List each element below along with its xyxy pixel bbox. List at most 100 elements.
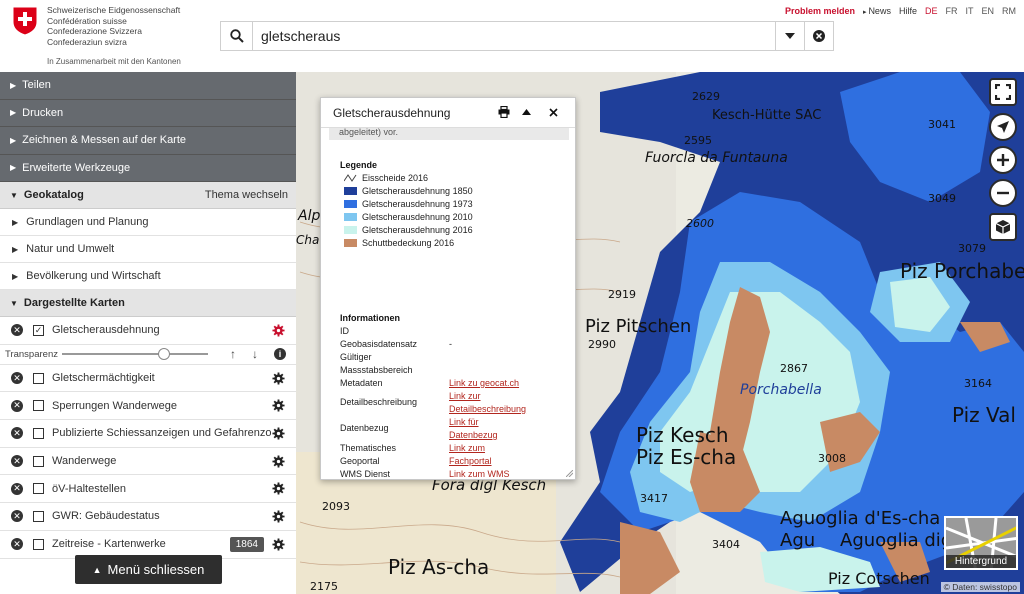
layer-label[interactable]: GWR: Gebäudestatus: [52, 510, 160, 522]
search-button[interactable]: [221, 22, 253, 50]
layer-label[interactable]: Zeitreise - Kartenwerke: [52, 538, 166, 550]
layer-checkbox[interactable]: [33, 372, 44, 384]
popup-body[interactable]: abgeleitet) vor. Legende Eisscheide 2016…: [329, 128, 569, 478]
info-value-line2[interactable]: Detailbeschreibung: [449, 404, 526, 414]
remove-layer-button[interactable]: ✕: [11, 427, 23, 440]
catalog-item-population-economy[interactable]: ▶ Bevölkerung und Wirtschaft: [0, 263, 296, 290]
help-link[interactable]: Hilfe: [899, 6, 917, 16]
lang-fr[interactable]: FR: [945, 6, 957, 16]
section-print[interactable]: ▶ Drucken: [0, 99, 296, 127]
layer-checkbox[interactable]: [33, 455, 44, 467]
map-label: Piz Kesch: [636, 423, 729, 447]
collapse-popup-button[interactable]: [519, 105, 533, 119]
layer-checkbox[interactable]: [33, 427, 44, 439]
remove-layer-button[interactable]: ✕: [11, 399, 23, 412]
layer-label[interactable]: Wanderwege: [52, 455, 116, 467]
3d-view-button[interactable]: [989, 213, 1017, 241]
layer-checkbox[interactable]: [33, 510, 44, 522]
section-draw-measure[interactable]: ▶ Zeichnen & Messen auf der Karte: [0, 127, 296, 155]
change-theme-link[interactable]: Thema wechseln: [205, 189, 288, 201]
caret-down-icon: ▼: [10, 190, 18, 200]
print-button[interactable]: [497, 105, 511, 119]
gear-icon[interactable]: [272, 455, 285, 468]
lang-it[interactable]: IT: [965, 6, 973, 16]
info-value[interactable]: Fachportal: [449, 456, 492, 466]
slider-handle[interactable]: [158, 348, 170, 361]
sidebar-menu: ▶ Teilen ▶ Drucken ▶ Zeichnen & Messen auf …: [0, 72, 296, 594]
layer-label[interactable]: Gletscherausdehnung: [52, 324, 160, 336]
layer-checkbox[interactable]: ✓: [33, 324, 44, 336]
move-layer-down-button[interactable]: ↓: [252, 347, 258, 361]
remove-layer-button[interactable]: ✕: [11, 372, 23, 385]
legend-label: Gletscherausdehnung 2010: [362, 212, 473, 222]
remove-layer-button[interactable]: ✕: [11, 482, 23, 495]
layer-checkbox[interactable]: [33, 538, 44, 550]
section-share[interactable]: ▶ Teilen: [0, 72, 296, 100]
gear-icon[interactable]: [272, 482, 285, 495]
year-badge[interactable]: 1864: [229, 536, 264, 552]
layer-label[interactable]: Sperrungen Wanderwege: [52, 400, 177, 412]
info-value[interactable]: Link zu geocat.ch: [449, 378, 519, 388]
section-label: Teilen: [22, 79, 51, 92]
layer-checkbox[interactable]: [33, 400, 44, 412]
geolocation-button[interactable]: [989, 113, 1017, 141]
search-input[interactable]: gletscheraus: [261, 28, 340, 44]
lang-rm[interactable]: RM: [1002, 6, 1016, 16]
lang-de[interactable]: DE: [925, 6, 938, 16]
problem-report-link[interactable]: Problem melden: [785, 6, 855, 16]
location-arrow-icon: [997, 121, 1009, 133]
gear-icon[interactable]: [272, 538, 285, 551]
section-geocatalog[interactable]: ▼ Geokatalog Thema wechseln: [0, 182, 296, 209]
info-value-line2[interactable]: Datenbezug: [449, 430, 498, 440]
close-menu-button[interactable]: ▲ Menü schliessen: [75, 555, 222, 584]
map-label: 3049: [928, 192, 956, 205]
resize-handle-icon[interactable]: [566, 470, 573, 477]
confederation-name: Schweizerische Eidgenossenschaft Confédé…: [47, 5, 180, 47]
layer-row: ✕ Sperrungen Wanderwege: [0, 392, 296, 421]
legend-swatch: [344, 187, 357, 195]
transparency-slider[interactable]: [62, 348, 208, 361]
info-key: Geobasisdatensatz: [340, 339, 418, 349]
caret-up-icon: [521, 109, 531, 115]
background-switch[interactable]: Hintergrund: [944, 516, 1018, 570]
map-label: Piz Cotschen: [828, 569, 930, 588]
close-popup-button[interactable]: [546, 105, 560, 119]
legend-item: Schuttbedeckung 2016: [344, 238, 454, 248]
gear-icon[interactable]: [272, 510, 285, 523]
lang-en[interactable]: EN: [981, 6, 994, 16]
search-clear-button[interactable]: [804, 22, 833, 50]
info-key: ID: [340, 326, 349, 336]
remove-layer-button[interactable]: ✕: [11, 324, 23, 337]
catalog-item-basics-planning[interactable]: ▶ Grundlagen und Planung: [0, 209, 296, 236]
layer-label[interactable]: Gletschermächtigkeit: [52, 372, 155, 384]
gear-icon[interactable]: [272, 324, 285, 337]
close-icon: [548, 107, 558, 117]
map-label: 2990: [588, 338, 616, 351]
remove-layer-button[interactable]: ✕: [11, 455, 23, 468]
legend-item: Gletscherausdehnung 2016: [344, 225, 473, 235]
section-displayed-maps[interactable]: ▼ Dargestellte Karten: [0, 290, 296, 317]
info-value[interactable]: Link zum WMS: [449, 469, 510, 478]
layer-label[interactable]: Publizierte Schiessanzeigen und Gefahren…: [52, 427, 272, 439]
zoom-out-button[interactable]: [989, 179, 1017, 207]
info-value[interactable]: Link zum: [449, 443, 485, 453]
news-label: News: [868, 6, 891, 16]
remove-layer-button[interactable]: ✕: [11, 510, 23, 523]
layer-label[interactable]: öV-Haltestellen: [52, 483, 126, 495]
news-link[interactable]: ▸ News: [863, 6, 891, 16]
info-value[interactable]: Link zur: [449, 391, 481, 401]
gear-icon[interactable]: [272, 371, 285, 385]
caret-right-icon: ▶: [10, 135, 17, 145]
search-dropdown-button[interactable]: [775, 22, 804, 50]
layer-info-button[interactable]: i: [274, 348, 286, 361]
catalog-item-nature-environment[interactable]: ▶ Natur und Umwelt: [0, 236, 296, 263]
move-layer-up-button[interactable]: ↑: [230, 347, 236, 361]
remove-layer-button[interactable]: ✕: [11, 538, 23, 551]
gear-icon[interactable]: [272, 399, 285, 412]
section-advanced-tools[interactable]: ▶ Erweiterte Werkzeuge: [0, 154, 296, 182]
layer-checkbox[interactable]: [33, 483, 44, 495]
zoom-in-button[interactable]: [989, 146, 1017, 174]
info-value[interactable]: Link für: [449, 417, 479, 427]
gear-icon[interactable]: [272, 427, 285, 440]
fullscreen-button[interactable]: [989, 78, 1017, 106]
